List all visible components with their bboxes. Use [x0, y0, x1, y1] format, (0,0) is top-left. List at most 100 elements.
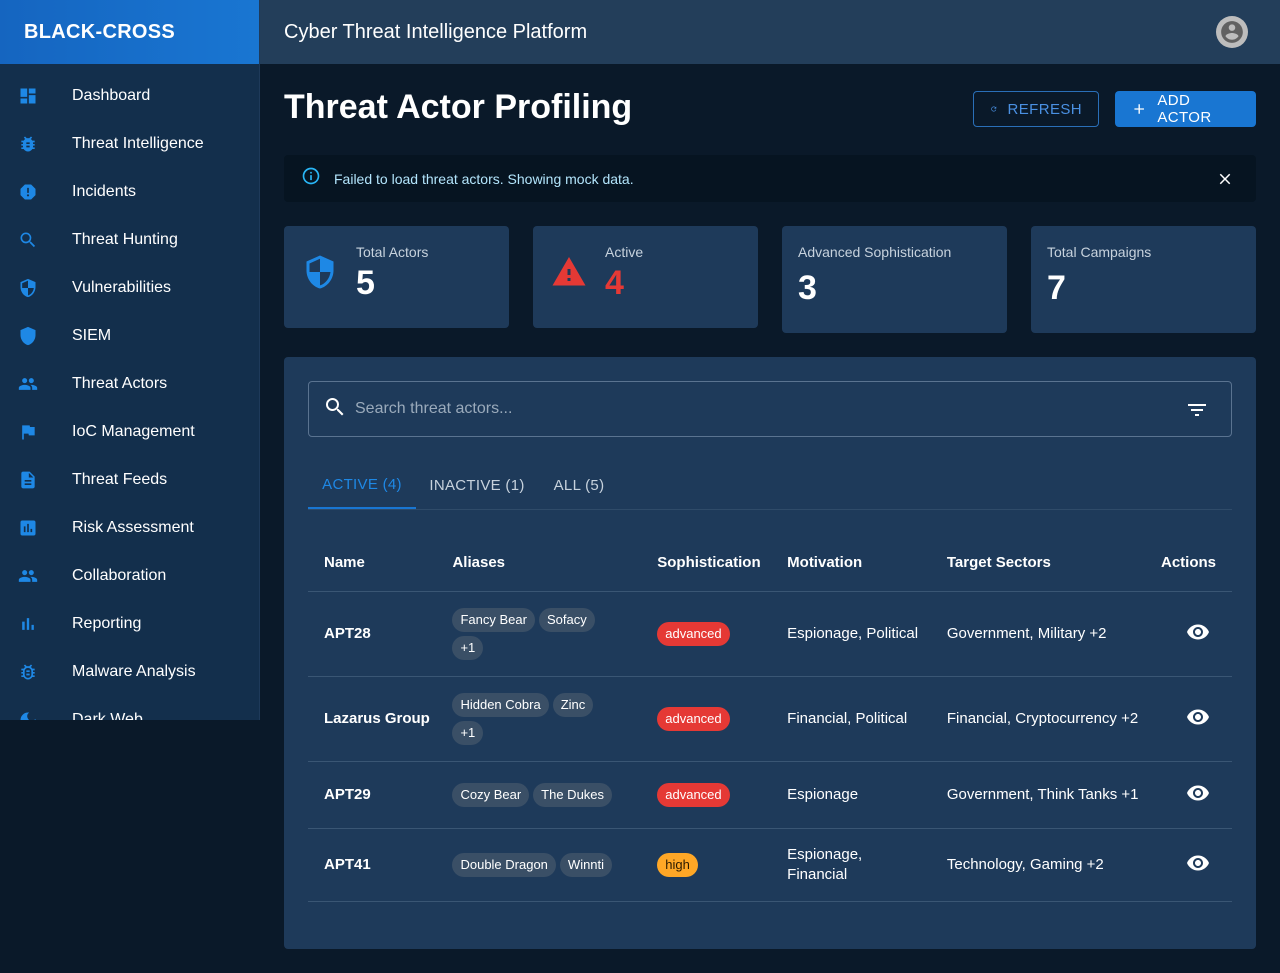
refresh-button-label: REFRESH: [1007, 100, 1082, 118]
table-header-row: Name Aliases Sophistication Motivation T…: [308, 534, 1232, 592]
sidebar-item-label: Dark Web: [72, 711, 143, 720]
group-icon: [18, 566, 38, 586]
flag-icon: [18, 422, 38, 442]
table-row[interactable]: APT29 Cozy Bear The Dukes advanced Espion…: [308, 761, 1232, 829]
column-header-aliases[interactable]: Aliases: [436, 534, 642, 592]
sidebar-item-threat-intelligence[interactable]: Threat Intelligence: [0, 120, 259, 168]
target-sectors-cell: Government, Think Tanks +1: [930, 761, 1145, 829]
alert-message: Failed to load threat actors. Showing mo…: [334, 170, 634, 187]
actions-cell: [1144, 761, 1232, 829]
report-icon: [18, 182, 38, 202]
bar-chart-icon: [18, 614, 38, 634]
sidebar-item-risk-assessment[interactable]: Risk Assessment: [0, 504, 259, 552]
column-header-target-sectors[interactable]: Target Sectors: [930, 534, 1145, 592]
sophistication-badge: high: [657, 852, 698, 877]
top-app-bar: Cyber Threat Intelligence Platform: [260, 0, 1280, 64]
tab-active[interactable]: ACTIVE (4): [308, 461, 416, 509]
refresh-icon: [991, 106, 997, 112]
shield-icon: [18, 326, 38, 346]
sidebar-item-vulnerabilities[interactable]: Vulnerabilities: [0, 264, 259, 312]
column-header-actions[interactable]: Actions: [1144, 534, 1232, 592]
sophistication-badge: advanced: [657, 706, 730, 731]
motivation-cell: Espionage, Financial: [771, 828, 931, 902]
search-input[interactable]: [355, 400, 1155, 418]
alias-chip: Sofacy: [538, 607, 595, 632]
view-icon[interactable]: [1186, 781, 1210, 805]
target-sectors-cell: Government, Military +2: [930, 591, 1145, 677]
shield-half-icon: [302, 254, 338, 295]
stat-card-advanced: Advanced Sophistication 3: [782, 226, 1007, 333]
refresh-button[interactable]: REFRESH: [973, 91, 1099, 127]
warning-icon: [551, 254, 587, 295]
filter-icon[interactable]: [1185, 398, 1209, 422]
stat-value: 5: [356, 264, 375, 302]
sidebar-item-dashboard[interactable]: Dashboard: [0, 72, 259, 120]
stat-label: Advanced Sophistication: [798, 244, 952, 260]
sidebar-item-label: Malware Analysis: [72, 663, 196, 680]
tab-inactive[interactable]: INACTIVE (1): [416, 461, 538, 509]
stat-value: 3: [798, 269, 817, 307]
view-icon[interactable]: [1186, 620, 1210, 644]
sidebar-item-label: Incidents: [72, 183, 137, 200]
aliases-cell: Cozy Bear The Dukes: [436, 761, 642, 829]
sidebar-item-siem[interactable]: SIEM: [0, 312, 259, 360]
column-header-sophistication[interactable]: Sophistication: [641, 534, 772, 592]
column-header-name[interactable]: Name: [308, 534, 437, 592]
sidebar-item-threat-hunting[interactable]: Threat Hunting: [0, 216, 259, 264]
table-row[interactable]: APT41 Double Dragon Winnti high Espionage…: [308, 828, 1232, 902]
sidebar-item-label: Threat Hunting: [72, 231, 178, 248]
actions-cell: [1144, 676, 1232, 762]
motivation-cell: Espionage, Political: [771, 591, 931, 677]
search-bar: [308, 381, 1232, 437]
alias-chip: Zinc: [552, 692, 594, 717]
sidebar-item-label: Threat Actors: [72, 375, 168, 392]
table-row[interactable]: APT28 Fancy Bear Sofacy +1 advanced Espion…: [308, 591, 1232, 677]
bug-outline-icon: [18, 662, 38, 682]
target-sectors-cell: Technology, Gaming +2: [930, 828, 1145, 902]
actor-name: APT28: [308, 591, 437, 677]
assessment-icon: [18, 518, 38, 538]
sidebar-item-label: SIEM: [72, 327, 112, 344]
alias-more-chip[interactable]: +1: [452, 635, 484, 660]
add-actor-button[interactable]: ADD ACTOR: [1115, 91, 1256, 127]
document-icon: [18, 470, 38, 490]
app-title: Cyber Threat Intelligence Platform: [284, 20, 588, 43]
target-sectors-cell: Financial, Cryptocurrency +2: [930, 676, 1145, 762]
sidebar-item-ioc-management[interactable]: IoC Management: [0, 408, 259, 456]
sidebar-nav: Dashboard Threat Intelligence Incidents …: [0, 64, 259, 720]
sophistication-cell: advanced: [641, 591, 772, 677]
sidebar-item-incidents[interactable]: Incidents: [0, 168, 259, 216]
sidebar-item-threat-actors[interactable]: Threat Actors: [0, 360, 259, 408]
sidebar-item-collaboration[interactable]: Collaboration: [0, 552, 259, 600]
info-icon: [301, 166, 321, 191]
actor-name: APT29: [308, 761, 437, 829]
add-actor-button-label: ADD ACTOR: [1157, 92, 1212, 126]
brand-logo[interactable]: BLACK-CROSS: [0, 0, 259, 64]
sidebar-item-malware-analysis[interactable]: Malware Analysis: [0, 648, 259, 696]
sidebar-item-label: Vulnerabilities: [72, 279, 172, 296]
sidebar-item-reporting[interactable]: Reporting: [0, 600, 259, 648]
stat-label: Total Campaigns: [1047, 244, 1152, 260]
stat-value: 7: [1047, 269, 1066, 307]
alias-chip: The Dukes: [533, 782, 613, 807]
actor-name: APT41: [308, 828, 437, 902]
status-tabs: ACTIVE (4) INACTIVE (1) ALL (5): [308, 461, 1232, 510]
plus-icon: [1134, 104, 1144, 114]
close-icon[interactable]: [1216, 170, 1234, 188]
tab-all[interactable]: ALL (5): [538, 461, 620, 509]
motivation-cell: Espionage: [771, 761, 931, 829]
account-avatar[interactable]: [1216, 16, 1248, 48]
alias-chip: Double Dragon: [452, 852, 556, 877]
threat-actors-table: Name Aliases Sophistication Motivation T…: [308, 534, 1232, 902]
view-icon[interactable]: [1186, 705, 1210, 729]
info-alert: Failed to load threat actors. Showing mo…: [284, 155, 1256, 202]
column-header-motivation[interactable]: Motivation: [771, 534, 931, 592]
account-circle-icon: [1221, 21, 1243, 43]
sidebar-item-dark-web[interactable]: Dark Web: [0, 696, 259, 720]
table-row[interactable]: Lazarus Group Hidden Cobra Zinc +1 advance…: [308, 676, 1232, 762]
view-icon[interactable]: [1186, 851, 1210, 875]
sidebar-item-threat-feeds[interactable]: Threat Feeds: [0, 456, 259, 504]
alias-more-chip[interactable]: +1: [452, 720, 484, 745]
alias-chip: Winnti: [559, 852, 613, 877]
alias-chip: Hidden Cobra: [452, 692, 549, 717]
